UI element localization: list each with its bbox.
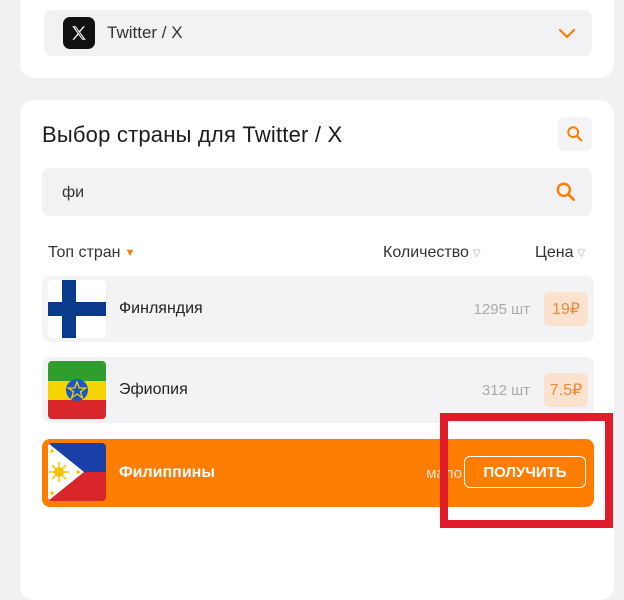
sort-down-icon: ▽ [472,247,481,259]
country-name: Эфиопия [119,381,188,398]
sort-top-countries[interactable]: Топ стран ▼ [48,244,135,262]
search-icon[interactable] [554,180,578,204]
service-select[interactable]: Twitter / X [44,10,592,56]
sort-quantity[interactable]: Количество ▽ [383,244,481,262]
country-quantity: 312 шт [481,381,530,399]
service-card: Twitter / X [20,0,614,78]
ethiopia-flag-icon [48,361,106,419]
sort-down-active-icon: ▼ [124,247,136,259]
chevron-down-icon[interactable] [556,22,578,49]
search-input[interactable] [60,180,524,206]
finland-flag-icon [48,280,106,338]
page-title: Выбор страны для Twitter / X [42,122,343,147]
column-header-top: Топ стран [48,244,121,261]
x-logo-icon [63,17,95,49]
search-toggle-button[interactable] [558,117,592,151]
country-quantity: 1295 шт [473,300,530,318]
country-name: Финляндия [119,300,203,317]
highlight-annotation [440,413,613,528]
service-name: Twitter / X [107,23,183,42]
country-price: 7.5₽ [544,373,588,407]
column-header-quantity: Количество [383,244,469,261]
search-box [42,168,592,216]
column-header-price: Цена [535,244,574,261]
sort-down-icon: ▽ [577,247,586,259]
country-name: Филиппины [119,464,215,481]
philippines-flag-icon [48,443,106,501]
search-icon [567,126,583,142]
country-row-finland[interactable]: Финляндия 1295 шт 19₽ [42,276,594,342]
sort-price[interactable]: Цена ▽ [535,244,585,262]
country-price: 19₽ [544,292,588,326]
